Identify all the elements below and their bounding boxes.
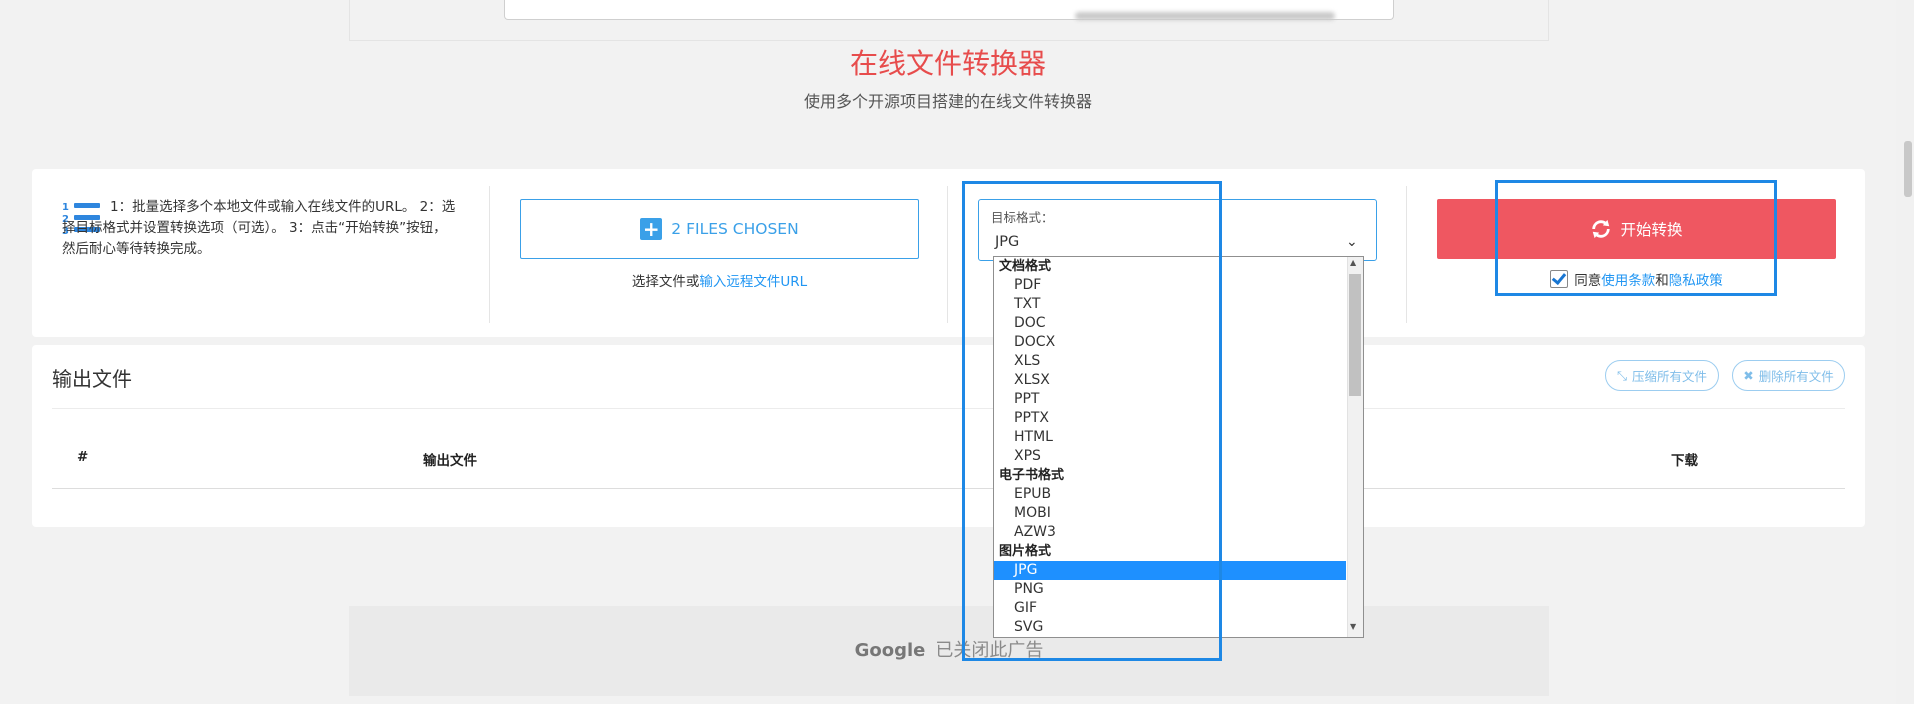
- dropdown-option[interactable]: PPTX: [994, 409, 1346, 428]
- ad-text: Google 已关闭此广告: [854, 640, 1044, 661]
- column-header-index: #: [77, 449, 89, 465]
- output-card: [32, 345, 1865, 527]
- delete-all-button[interactable]: ✖ 删除所有文件: [1732, 360, 1845, 391]
- top-card: [504, 0, 1394, 20]
- column-header-file: 输出文件: [423, 453, 477, 469]
- choose-files-label: 2 FILES CHOSEN: [671, 220, 799, 238]
- scroll-down-icon[interactable]: ▼: [1350, 622, 1356, 631]
- divider: [52, 408, 1845, 409]
- choose-files-button[interactable]: + 2 FILES CHOSEN: [520, 199, 919, 259]
- target-format-label: 目标格式：: [991, 210, 1054, 225]
- page-subtitle: 使用多个开源项目搭建的在线文件转换器: [803, 92, 1092, 111]
- panel-divider: [489, 186, 490, 323]
- remote-url-link[interactable]: 输入远程文件URL: [699, 274, 807, 290]
- google-logo: Google: [854, 640, 926, 661]
- close-icon: ✖: [1743, 368, 1754, 383]
- agree-checkbox[interactable]: [1550, 270, 1569, 288]
- dropdown-group-label: 文档格式: [999, 259, 1052, 274]
- divider: [52, 488, 1845, 489]
- page-scroll-thumb[interactable]: [1904, 141, 1912, 197]
- dropdown-option[interactable]: TXT: [994, 295, 1346, 314]
- terms-link[interactable]: 使用条款: [1601, 273, 1655, 289]
- panel-divider: [947, 186, 948, 323]
- dropdown-option[interactable]: PPT: [994, 390, 1346, 409]
- chevron-down-icon: ⌄: [1346, 234, 1358, 250]
- dropdown-option[interactable]: GIF: [994, 599, 1346, 618]
- plus-icon: +: [640, 218, 663, 240]
- dropdown-option[interactable]: JPG: [994, 561, 1346, 580]
- dropdown-option[interactable]: XLSX: [994, 371, 1346, 390]
- dropdown-option[interactable]: DOC: [994, 314, 1346, 333]
- dropdown-option[interactable]: SVG: [994, 618, 1346, 637]
- dropdown-option[interactable]: PDF: [994, 276, 1346, 295]
- dropdown-group-label: 图片格式: [999, 544, 1052, 559]
- refresh-icon: [1592, 219, 1611, 239]
- format-dropdown-list[interactable]: 文档格式 PDF TXT DOC DOCX XLS XLSX PPT PPTX HTML XPS 电子…: [993, 256, 1364, 638]
- file-hint: 选择文件或输入远程文件URL: [631, 274, 808, 290]
- start-convert-button[interactable]: 开始转换: [1437, 199, 1836, 259]
- dropdown-group-label: 电子书格式: [999, 468, 1065, 483]
- dropdown-option[interactable]: HTML: [994, 428, 1346, 447]
- compress-all-button[interactable]: ⤡ 压缩所有文件: [1605, 360, 1719, 391]
- scroll-up-icon[interactable]: ▲: [1350, 258, 1356, 267]
- panel-divider: [1406, 186, 1407, 323]
- instructions-text: 1：批量选择多个本地文件或输入在线文件的URL。 2：选择目标格式并设置转换选项…: [62, 199, 456, 257]
- agree-row: 同意使用条款和隐私政策: [1437, 269, 1836, 289]
- dropdown-scroll-thumb[interactable]: [1349, 274, 1361, 396]
- target-format-value: JPG: [995, 234, 1020, 250]
- page-scrollbar[interactable]: [1896, 0, 1914, 704]
- privacy-link[interactable]: 隐私政策: [1669, 273, 1723, 289]
- dropdown-option[interactable]: XLS: [994, 352, 1346, 371]
- page-title: 在线文件转换器: [849, 47, 1046, 80]
- output-title: 输出文件: [52, 367, 132, 391]
- compress-icon: ⤡: [1616, 367, 1627, 383]
- dropdown-option[interactable]: EPUB: [994, 485, 1346, 504]
- dropdown-option[interactable]: PNG: [994, 580, 1346, 599]
- start-convert-label: 开始转换: [1620, 221, 1683, 239]
- column-header-download: 下载: [1671, 453, 1698, 469]
- dropdown-option[interactable]: XPS: [994, 447, 1346, 466]
- dropdown-option[interactable]: MOBI: [994, 504, 1346, 523]
- dropdown-option[interactable]: AZW3: [994, 523, 1346, 542]
- dropdown-option[interactable]: DOCX: [994, 333, 1346, 352]
